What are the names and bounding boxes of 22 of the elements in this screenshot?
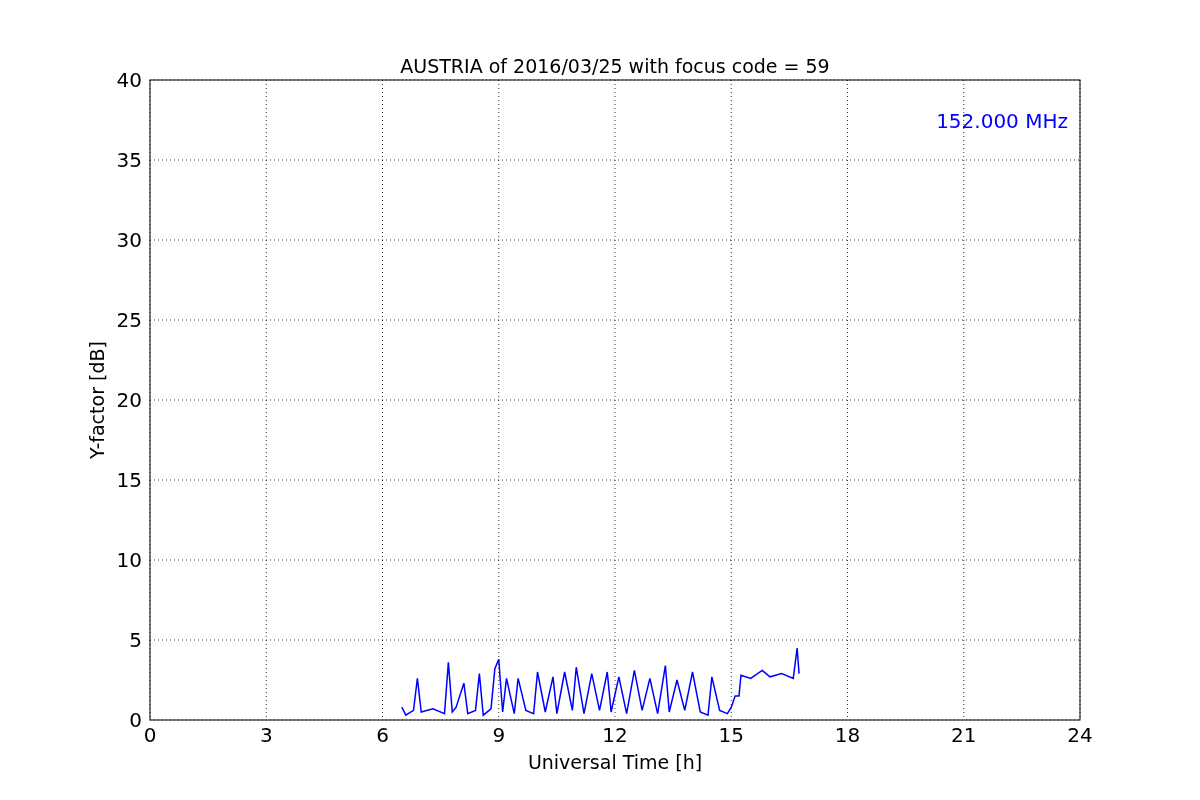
y-tick-label: 40 [116, 68, 142, 92]
y-axis-label: Y-factor [dB] [86, 341, 108, 459]
y-tick-label: 30 [116, 228, 142, 252]
x-tick-label: 3 [259, 723, 273, 747]
x-tick-label: 21 [951, 723, 977, 747]
x-tick-label: 12 [602, 723, 628, 747]
x-tick-label: 24 [1067, 723, 1093, 747]
x-tick-label: 6 [376, 723, 389, 747]
y-tick-label: 35 [116, 148, 142, 172]
series-label: 152.000 MHz [936, 109, 1068, 133]
y-tick-label: 15 [116, 468, 142, 492]
chart-title: AUSTRIA of 2016/03/25 with focus code = 59 [400, 55, 830, 77]
y-tick-label: 20 [116, 388, 142, 412]
x-tick-label: 18 [834, 723, 861, 747]
x-tick-label: 9 [492, 723, 506, 747]
x-axis-label: Universal Time [h] [527, 751, 703, 773]
x-tick-label: 0 [143, 723, 157, 747]
x-tick-label: 15 [718, 723, 744, 747]
y-tick-label: 10 [116, 548, 142, 572]
y-tick-label: 5 [129, 628, 142, 652]
y-tick-label: 0 [129, 708, 142, 732]
y-tick-label: 25 [116, 308, 142, 332]
